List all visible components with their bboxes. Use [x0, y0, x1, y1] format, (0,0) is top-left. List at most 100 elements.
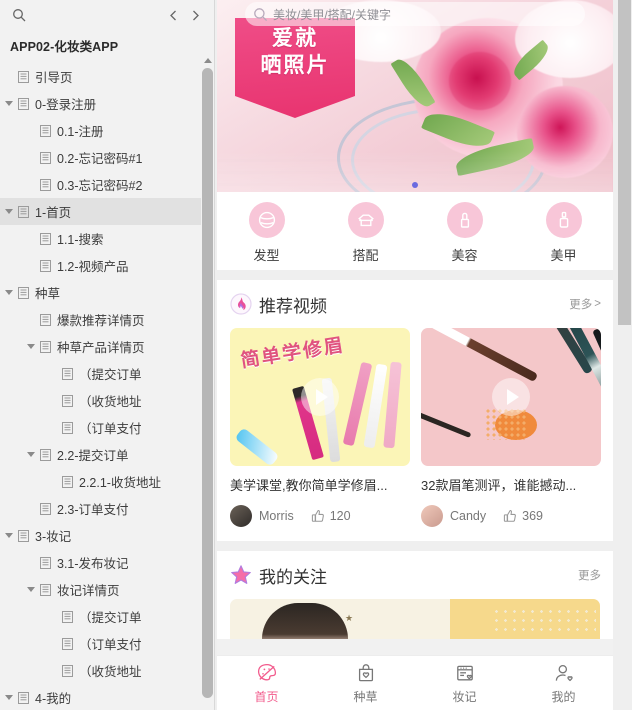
page-icon	[60, 630, 75, 657]
tree-item-1[interactable]: 引导页	[0, 63, 214, 90]
tree-item-2[interactable]: 0-登录注册	[0, 90, 214, 117]
category-美甲[interactable]: 美甲	[514, 202, 613, 264]
author-name: Morris	[259, 509, 294, 523]
tree-item-4[interactable]: 0.2-忘记密码#1	[0, 144, 214, 171]
follow-post-thumbnail[interactable]: ★	[230, 599, 600, 639]
category-搭配[interactable]: 搭配	[316, 202, 415, 264]
like-count-group[interactable]: 369	[503, 509, 543, 523]
tree-item-8[interactable]: 1.2-视频产品	[0, 252, 214, 279]
tab-妆记[interactable]: 妆记	[415, 656, 514, 710]
chevron-down-icon[interactable]	[2, 684, 16, 710]
page-tree: 引导页 0-登录注册 0.1-注册 0.2-忘记密码#1 0.3-忘记密码#2 1-首页 1…	[0, 63, 214, 710]
tree-item-23[interactable]: （收货地址	[0, 657, 214, 684]
tree-item-22[interactable]: （订单支付	[0, 630, 214, 657]
flame-icon	[230, 293, 252, 315]
play-icon[interactable]	[492, 378, 530, 416]
video-card-list: 简单学修眉 美学课堂,教你简单学修眉... Morris 120 32款眉笔测评…	[217, 328, 613, 541]
chevron-right-icon[interactable]	[184, 4, 206, 26]
chevron-down-icon[interactable]	[2, 90, 16, 117]
avatar[interactable]	[230, 505, 252, 527]
page-icon	[60, 657, 75, 684]
tree-item-20[interactable]: 妆记详情页	[0, 576, 214, 603]
chevron-left-icon[interactable]	[162, 4, 184, 26]
user-heart-icon	[553, 662, 575, 684]
category-发型[interactable]: 发型	[217, 202, 316, 264]
page-icon	[38, 117, 53, 144]
tree-item-11[interactable]: 种草产品详情页	[0, 333, 214, 360]
tree-item-24[interactable]: 4-我的	[0, 684, 214, 710]
search-icon[interactable]	[8, 4, 30, 26]
outfit-icon	[347, 202, 384, 238]
tree-item-14[interactable]: （订单支付	[0, 414, 214, 441]
tree-item-5[interactable]: 0.3-忘记密码#2	[0, 171, 214, 198]
chevron-down-icon[interactable]	[24, 441, 38, 468]
tree-item-label: （提交订单	[79, 611, 142, 625]
chevron-down-icon[interactable]	[2, 522, 16, 549]
tree-item-21[interactable]: （提交订单	[0, 603, 214, 630]
tree-item-18[interactable]: 3-妆记	[0, 522, 214, 549]
video-thumbnail[interactable]	[421, 328, 601, 466]
hero-banner[interactable]: 美妆/美甲/搭配/关键字 爱就 晒照片	[217, 0, 613, 192]
more-link[interactable]: 更多	[578, 567, 601, 583]
tree-item-9[interactable]: 种草	[0, 279, 214, 306]
tab-我的[interactable]: 我的	[514, 656, 613, 710]
nailpolish-icon	[545, 202, 582, 238]
preview-scrollbar[interactable]	[617, 0, 632, 710]
scroll-up-arrow-icon[interactable]	[201, 54, 214, 66]
chevron-down-icon[interactable]	[2, 198, 16, 225]
preview-scroll-thumb[interactable]	[618, 0, 631, 325]
sidebar-scroll-thumb[interactable]	[202, 68, 213, 698]
tree-item-6[interactable]: 1-首页	[0, 198, 214, 225]
tree-item-17[interactable]: 2.3-订单支付	[0, 495, 214, 522]
page-icon	[38, 441, 53, 468]
tree-item-12[interactable]: （提交订单	[0, 360, 214, 387]
page-icon	[38, 225, 53, 252]
video-card[interactable]: 32款眉笔测评，谁能撼动... Candy 369	[421, 328, 601, 527]
page-icon	[38, 333, 53, 360]
video-title: 32款眉笔测评，谁能撼动...	[421, 478, 577, 493]
banner-pagination-dots[interactable]	[217, 182, 613, 188]
project-sidebar: APP02-化妆类APP 引导页 0-登录注册 0.1-注册 0.2-忘记密码#1 0.…	[0, 0, 215, 710]
my-follows-header: 我的关注 更多	[217, 551, 613, 599]
section-gap	[217, 270, 613, 280]
tab-种草[interactable]: 种草	[316, 656, 415, 710]
chevron-right-icon: >	[594, 298, 601, 310]
chevron-down-icon[interactable]	[2, 279, 16, 306]
tree-item-15[interactable]: 2.2-提交订单	[0, 441, 214, 468]
chevron-down-icon[interactable]	[24, 333, 38, 360]
like-count: 369	[522, 509, 543, 523]
like-count-group[interactable]: 120	[311, 509, 351, 523]
tree-item-label: 1.2-视频产品	[57, 260, 129, 274]
tree-item-3[interactable]: 0.1-注册	[0, 117, 214, 144]
more-link[interactable]: 更多 >	[569, 296, 601, 312]
video-card[interactable]: 简单学修眉 美学课堂,教你简单学修眉... Morris 120	[230, 328, 410, 527]
tree-item-7[interactable]: 1.1-搜索	[0, 225, 214, 252]
post-portrait	[262, 603, 348, 639]
category-美容[interactable]: 美容	[415, 202, 514, 264]
video-meta: Candy 369	[421, 505, 601, 527]
play-icon[interactable]	[301, 378, 339, 416]
tab-首页[interactable]: 首页	[217, 656, 316, 710]
search-input[interactable]: 美妆/美甲/搭配/关键字	[245, 2, 585, 26]
page-icon	[38, 495, 53, 522]
sidebar-scrollbar[interactable]	[201, 54, 214, 710]
video-thumbnail[interactable]: 简单学修眉	[230, 328, 410, 466]
category-label: 搭配	[352, 248, 379, 263]
recommended-videos-header: 推荐视频 更多 >	[217, 280, 613, 328]
chevron-down-icon[interactable]	[24, 576, 38, 603]
tree-item-16[interactable]: 2.2.1-收货地址	[0, 468, 214, 495]
more-label: 更多	[578, 570, 601, 582]
tree-item-13[interactable]: （收货地址	[0, 387, 214, 414]
tree-item-19[interactable]: 3.1-发布妆记	[0, 549, 214, 576]
tab-label: 我的	[551, 689, 576, 704]
banner-dot[interactable]	[412, 182, 418, 188]
tree-item-10[interactable]: 爆款推荐详情页	[0, 306, 214, 333]
page-icon	[16, 522, 31, 549]
avatar[interactable]	[421, 505, 443, 527]
